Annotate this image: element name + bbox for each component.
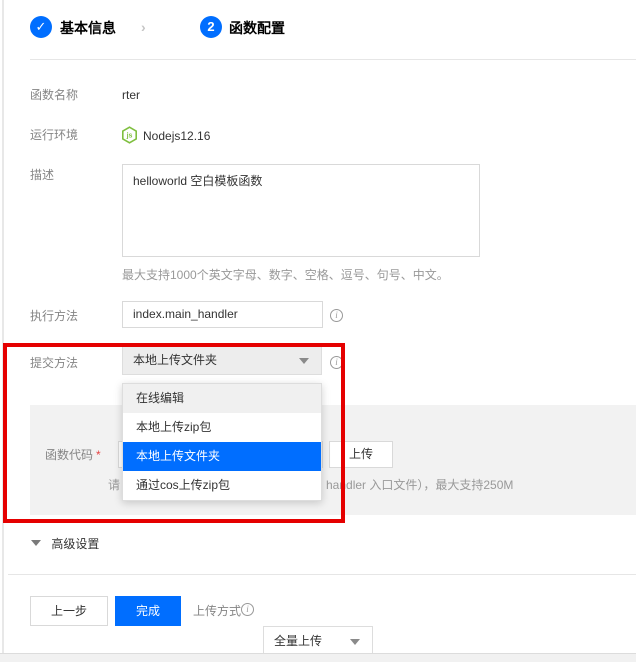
- upload-button[interactable]: 上传: [329, 441, 393, 468]
- nodejs-icon: js: [121, 126, 138, 144]
- submit-method-label: 提交方法: [30, 356, 78, 370]
- prev-step-button[interactable]: 上一步: [30, 596, 108, 626]
- step2-indicator: 2: [200, 16, 222, 38]
- menu-item-cos-zip[interactable]: 通过cos上传zip包: [123, 471, 321, 500]
- step1-indicator: ✓: [30, 16, 52, 38]
- chevron-right-icon: ›: [141, 19, 146, 35]
- page-left-border: [2, 0, 4, 653]
- description-hint: 最大支持1000个英文字母、数字、空格、逗号、句号、中文。: [122, 268, 449, 282]
- function-code-label-text: 函数代码: [45, 448, 93, 462]
- svg-text:js: js: [126, 133, 133, 140]
- header-divider: [30, 59, 636, 60]
- footer-divider: [8, 574, 636, 575]
- code-hint-right: handler 入口文件），最大支持250M: [326, 478, 513, 492]
- page-bottom-strip: [0, 653, 636, 662]
- handler-info-icon[interactable]: i: [330, 309, 343, 322]
- submit-method-info-icon[interactable]: i: [330, 356, 343, 369]
- function-name-value: rter: [122, 88, 140, 102]
- step2-label: 函数配置: [229, 21, 285, 35]
- code-hint-left: 请: [108, 478, 120, 492]
- check-icon: ✓: [36, 19, 47, 34]
- advanced-settings-label: 高级设置: [51, 537, 99, 551]
- function-name-label: 函数名称: [30, 88, 78, 102]
- upload-mode-select[interactable]: 全量上传: [263, 626, 373, 656]
- description-label: 描述: [30, 168, 54, 182]
- submit-method-select[interactable]: 本地上传文件夹: [122, 345, 322, 375]
- description-textarea[interactable]: helloworld 空白模板函数: [122, 164, 480, 257]
- advanced-settings-toggle[interactable]: 高级设置: [31, 535, 99, 552]
- runtime-label: 运行环境: [30, 128, 78, 142]
- handler-input[interactable]: index.main_handler: [122, 301, 323, 328]
- function-code-label: 函数代码*: [45, 448, 101, 462]
- upload-mode-value: 全量上传: [274, 634, 322, 648]
- menu-item-local-folder[interactable]: 本地上传文件夹: [123, 442, 321, 471]
- caret-down-icon: [350, 639, 360, 645]
- menu-item-online-edit[interactable]: 在线编辑: [123, 384, 321, 413]
- submit-method-dropdown-menu: 在线编辑 本地上传zip包 本地上传文件夹 通过cos上传zip包: [122, 383, 322, 501]
- upload-mode-label-text: 上传方式: [193, 604, 241, 618]
- function-config-page: ✓ 基本信息 › 2 函数配置 函数名称 rter 运行环境 js Nodejs…: [0, 0, 636, 662]
- step1-label: 基本信息: [60, 21, 116, 35]
- required-asterisk: *: [96, 448, 101, 462]
- menu-item-local-zip[interactable]: 本地上传zip包: [123, 413, 321, 442]
- triangle-down-icon: [31, 540, 41, 546]
- upload-mode-label: 上传方式: [193, 604, 241, 618]
- handler-label: 执行方法: [30, 309, 78, 323]
- finish-button[interactable]: 完成: [115, 596, 181, 626]
- runtime-value: Nodejs12.16: [143, 129, 210, 143]
- step2-number: 2: [207, 19, 214, 34]
- upload-mode-info-icon[interactable]: i: [241, 603, 254, 616]
- caret-down-icon: [299, 358, 309, 364]
- submit-method-value: 本地上传文件夹: [133, 353, 217, 367]
